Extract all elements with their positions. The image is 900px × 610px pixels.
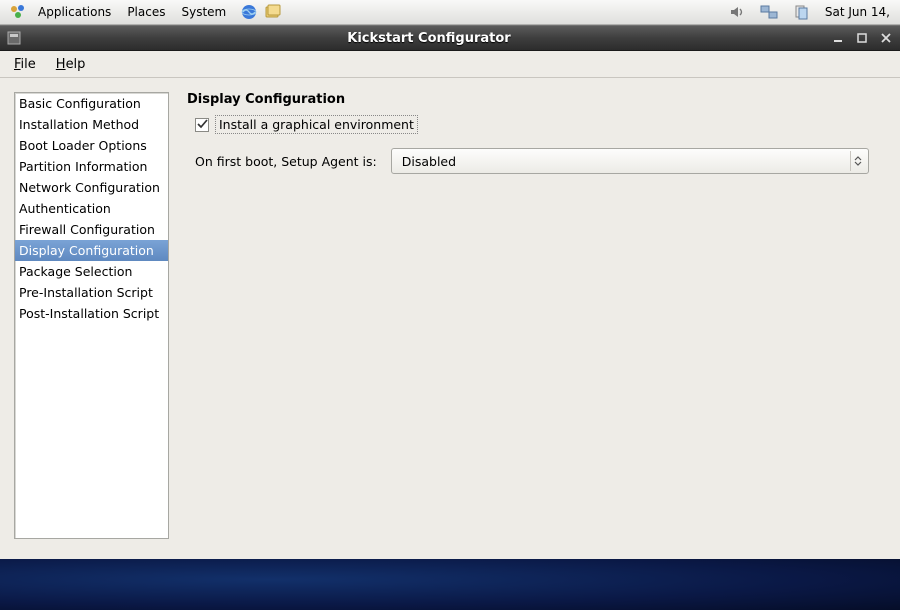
app-icon xyxy=(6,30,22,46)
close-button[interactable] xyxy=(878,31,894,45)
sidebar-item-package-selection[interactable]: Package Selection xyxy=(15,261,168,282)
menu-help-rest: elp xyxy=(66,57,86,72)
volume-icon[interactable] xyxy=(728,3,746,21)
content-area: Basic Configuration Installation Method … xyxy=(0,78,900,559)
sidebar-item-boot-loader-options[interactable]: Boot Loader Options xyxy=(15,135,168,156)
network-icon[interactable] xyxy=(760,3,778,21)
section-title: Display Configuration xyxy=(187,92,886,107)
system-menu[interactable]: System xyxy=(173,2,234,22)
sidebar-item-firewall-configuration[interactable]: Firewall Configuration xyxy=(15,219,168,240)
maximize-button[interactable] xyxy=(854,31,870,45)
applications-menu[interactable]: Applications xyxy=(30,2,119,22)
sidebar-item-network-configuration[interactable]: Network Configuration xyxy=(15,177,168,198)
first-boot-value: Disabled xyxy=(402,154,456,169)
combo-stepper-icon[interactable] xyxy=(850,151,866,171)
places-menu[interactable]: Places xyxy=(119,2,173,22)
menu-file[interactable]: File xyxy=(4,54,46,75)
sidebar-item-installation-method[interactable]: Installation Method xyxy=(15,114,168,135)
install-graphical-label[interactable]: Install a graphical environment xyxy=(215,115,418,134)
sidebar-item-post-installation-script[interactable]: Post-Installation Script xyxy=(15,303,168,324)
clipboard-icon[interactable] xyxy=(792,3,810,21)
sidebar-item-authentication[interactable]: Authentication xyxy=(15,198,168,219)
sidebar-item-pre-installation-script[interactable]: Pre-Installation Script xyxy=(15,282,168,303)
main-panel: Display Configuration Install a graphica… xyxy=(187,92,886,545)
notes-icon[interactable] xyxy=(264,3,282,21)
globe-icon[interactable] xyxy=(240,3,258,21)
menu-help[interactable]: Help xyxy=(46,54,96,75)
menubar: File Help xyxy=(0,51,900,78)
desktop-background xyxy=(0,559,900,610)
clock[interactable]: Sat Jun 14, xyxy=(821,5,894,19)
first-boot-label: On first boot, Setup Agent is: xyxy=(195,154,377,169)
window-title: Kickstart Configurator xyxy=(28,31,830,46)
sidebar-item-basic-configuration[interactable]: Basic Configuration xyxy=(15,93,168,114)
section-sidebar: Basic Configuration Installation Method … xyxy=(14,92,169,539)
minimize-button[interactable] xyxy=(830,31,846,45)
gnome-top-panel: Applications Places System Sat Jun 14, xyxy=(0,0,900,25)
install-graphical-checkbox[interactable] xyxy=(195,118,209,132)
distributor-logo-icon[interactable] xyxy=(9,3,27,21)
window-titlebar: Kickstart Configurator xyxy=(0,25,900,51)
sidebar-item-display-configuration[interactable]: Display Configuration xyxy=(15,240,168,261)
first-boot-combo[interactable]: Disabled xyxy=(391,148,869,174)
sidebar-item-partition-information[interactable]: Partition Information xyxy=(15,156,168,177)
menu-file-rest: ile xyxy=(21,57,36,72)
